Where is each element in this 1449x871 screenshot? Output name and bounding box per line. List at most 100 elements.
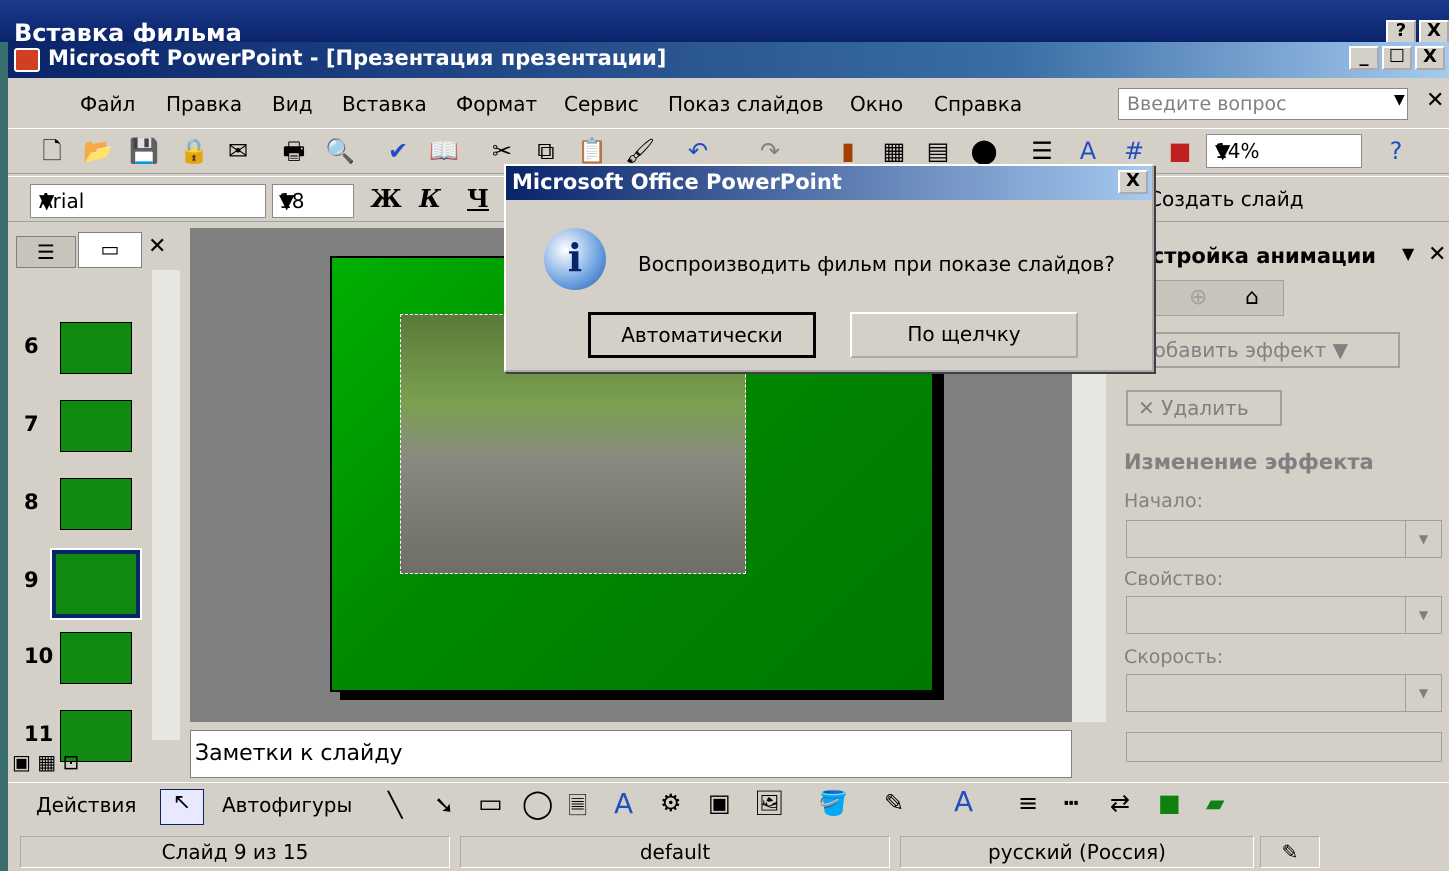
arrow-style-icon[interactable]: ⇄: [1110, 789, 1130, 817]
copy-icon[interactable]: ⧉: [530, 135, 562, 167]
font-color-icon[interactable]: A: [954, 785, 973, 818]
color-grayscale-icon[interactable]: ■: [1164, 135, 1196, 167]
slides-scrollbar[interactable]: [152, 270, 180, 740]
home-icon[interactable]: ⌂: [1245, 285, 1259, 310]
grid-icon[interactable]: #: [1118, 135, 1150, 167]
close-button[interactable]: X: [1415, 46, 1445, 70]
slide-thumbnail[interactable]: [60, 632, 132, 684]
menu-window[interactable]: Окно: [850, 92, 903, 116]
textbox-icon[interactable]: 🗏: [568, 789, 587, 830]
underline-button[interactable]: Ч: [462, 183, 494, 215]
permission-icon[interactable]: 🔒: [178, 135, 210, 167]
maximize-button[interactable]: ☐: [1382, 46, 1412, 70]
automatically-button[interactable]: Автоматически: [588, 312, 816, 358]
forward-icon[interactable]: ⊕: [1189, 285, 1207, 310]
language-indicator: русский (Россия): [900, 836, 1254, 868]
clipart-icon[interactable]: ▣: [708, 789, 731, 817]
task-pane-close-icon[interactable]: ✕: [1428, 242, 1446, 267]
slides-pane: ☰ ▭ ✕ 6 7 8 9 10 11: [8, 228, 184, 778]
on-click-button[interactable]: По щелчку: [850, 312, 1078, 358]
notes-pane[interactable]: Заметки к слайду: [190, 730, 1072, 778]
font-combo[interactable]: Arial ▼: [30, 184, 266, 218]
menu-format[interactable]: Формат: [456, 92, 537, 116]
redo-icon[interactable]: ↷: [754, 135, 786, 167]
fill-color-icon[interactable]: 🪣: [818, 789, 848, 817]
menu-tools[interactable]: Сервис: [564, 92, 639, 116]
slide-thumbnail[interactable]: [60, 322, 132, 374]
view-buttons[interactable]: ▣ ▦ ⊡: [12, 750, 79, 774]
add-effect-button[interactable]: Добавить эффект ▼: [1126, 332, 1400, 368]
expand-icon[interactable]: ☰: [1026, 135, 1058, 167]
menu-slideshow[interactable]: Показ слайдов: [668, 92, 824, 116]
diagram-icon[interactable]: ⚙: [660, 789, 682, 817]
dialog-close-button[interactable]: X: [1118, 170, 1148, 194]
slide-thumbnail[interactable]: [60, 400, 132, 452]
research-icon[interactable]: 📖: [428, 135, 460, 167]
bold-button[interactable]: Ж: [370, 183, 402, 215]
preview-icon[interactable]: 🔍: [324, 135, 356, 167]
format-painter-icon[interactable]: 🖌: [624, 135, 656, 167]
font-size-combo[interactable]: 18 ▼: [272, 184, 354, 218]
oval-icon[interactable]: ◯: [522, 787, 553, 820]
tables-borders-icon[interactable]: ▤: [922, 135, 954, 167]
menu-view[interactable]: Вид: [272, 92, 313, 116]
shadow-icon[interactable]: ■: [1158, 789, 1181, 817]
menu-edit[interactable]: Правка: [166, 92, 242, 116]
task-pane-title: Настройка анимации: [1120, 244, 1376, 268]
wordart-icon[interactable]: A: [614, 787, 633, 820]
slides-tab[interactable]: ▭: [78, 232, 142, 268]
paste-icon[interactable]: 📋: [576, 135, 608, 167]
menu-file[interactable]: Файл: [80, 92, 135, 116]
slide-number: 6: [24, 334, 39, 358]
slide-thumbnail[interactable]: [60, 478, 132, 530]
picture-icon[interactable]: 🖼: [754, 789, 784, 817]
actions-menu[interactable]: Действия: [36, 793, 136, 817]
start-combo[interactable]: ▼: [1126, 520, 1442, 558]
table-icon[interactable]: ▦: [878, 135, 910, 167]
line-icon[interactable]: ╲: [388, 791, 402, 819]
outline-tab[interactable]: ☰: [16, 236, 76, 268]
menu-insert[interactable]: Вставка: [342, 92, 427, 116]
effects-list[interactable]: [1126, 732, 1442, 762]
rectangle-icon[interactable]: ▭: [478, 789, 503, 819]
slide-number: 9: [24, 568, 39, 592]
pane-close-icon[interactable]: ✕: [148, 234, 166, 259]
line-style-icon[interactable]: ≡: [1018, 789, 1038, 817]
chevron-down-icon: ▼: [1405, 597, 1441, 633]
outer-close-button[interactable]: X: [1419, 20, 1449, 44]
open-icon[interactable]: 📂: [82, 135, 114, 167]
minimize-button[interactable]: _: [1349, 46, 1379, 70]
line-color-icon[interactable]: ✎: [884, 789, 904, 817]
italic-button[interactable]: К: [414, 183, 446, 215]
doc-close-icon[interactable]: ✕: [1426, 88, 1444, 113]
show-formatting-icon[interactable]: A: [1072, 135, 1104, 167]
zoom-combo[interactable]: 14% ▼: [1206, 134, 1362, 168]
menu-help[interactable]: Справка: [934, 92, 1022, 116]
select-pointer-icon[interactable]: ↖: [160, 789, 204, 825]
help-icon[interactable]: ?: [1380, 135, 1412, 167]
help-dropdown-icon[interactable]: ▼: [1394, 92, 1405, 108]
property-combo[interactable]: ▼: [1126, 596, 1442, 634]
spelling-status-icon: ✎: [1260, 836, 1320, 868]
chart-icon[interactable]: ▮: [832, 135, 864, 167]
dash-style-icon[interactable]: ┅: [1064, 789, 1078, 817]
save-icon[interactable]: 💾: [128, 135, 160, 167]
speed-combo[interactable]: ▼: [1126, 674, 1442, 712]
delete-effect-button[interactable]: ✕ Удалить: [1126, 390, 1282, 426]
task-pane-menu-icon[interactable]: ▼: [1402, 244, 1414, 263]
autoshapes-menu[interactable]: Автофигуры: [222, 793, 352, 817]
slide-thumbnail-selected[interactable]: [50, 548, 142, 620]
arrow-icon[interactable]: ➘: [434, 791, 454, 819]
undo-icon[interactable]: ↶: [682, 135, 714, 167]
help-search-input[interactable]: Введите вопрос: [1118, 88, 1408, 120]
email-icon[interactable]: ✉: [222, 135, 254, 167]
print-icon[interactable]: 🖶: [278, 135, 310, 167]
3d-icon[interactable]: ▰: [1206, 789, 1224, 817]
outer-help-button[interactable]: ?: [1386, 20, 1416, 44]
spelling-icon[interactable]: ✔: [382, 135, 414, 167]
new-slide-button[interactable]: Создать слайд: [1148, 183, 1428, 215]
cut-icon[interactable]: ✂: [486, 135, 518, 167]
hyperlink-icon[interactable]: ⬤: [968, 135, 1000, 167]
new-doc-icon[interactable]: 🗋: [36, 135, 68, 167]
design-name: default: [460, 836, 890, 868]
